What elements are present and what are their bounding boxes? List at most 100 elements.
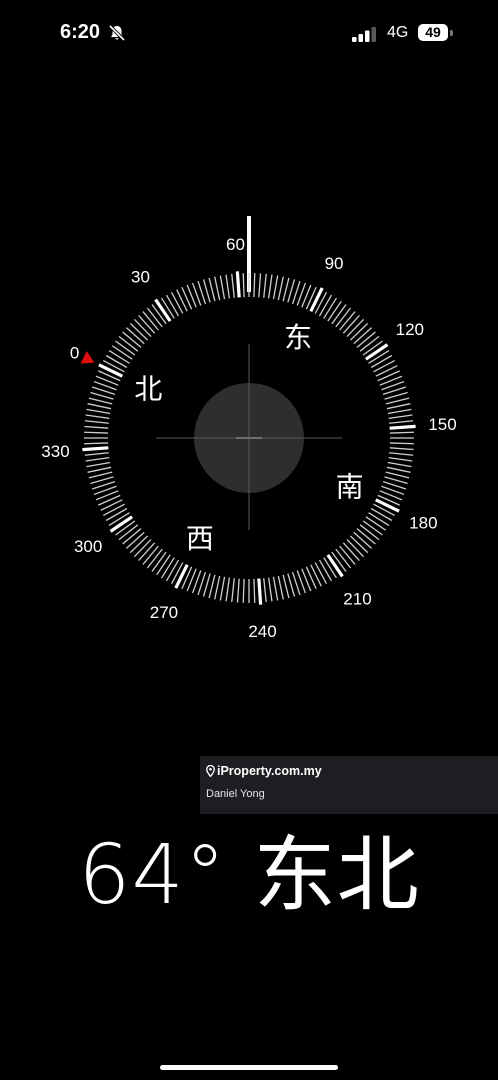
minor-tick: [125, 531, 145, 549]
minor-tick: [368, 512, 390, 526]
minor-tick: [339, 311, 356, 331]
degree-label: 180: [409, 514, 437, 533]
minor-tick: [267, 577, 273, 602]
minor-tick: [356, 528, 376, 545]
minor-tick: [84, 442, 109, 445]
minor-tick: [85, 456, 110, 462]
minor-tick: [362, 520, 383, 536]
minor-tick: [146, 307, 163, 328]
minor-tick: [386, 403, 411, 410]
minor-tick: [346, 538, 365, 558]
minor-tick: [373, 359, 395, 373]
minor-tick: [129, 535, 149, 554]
minor-tick: [323, 297, 337, 319]
degree-label: 60: [226, 235, 245, 254]
minor-tick: [263, 273, 267, 298]
minor-tick: [108, 350, 130, 364]
minor-tick: [389, 447, 414, 451]
minor-tick: [151, 551, 167, 572]
minor-tick: [263, 578, 267, 603]
cardinal-label-north: 北: [134, 372, 162, 405]
minor-tick: [339, 545, 356, 565]
degree-label: 30: [131, 268, 150, 287]
watermark: iProperty.com.my Daniel Yong: [200, 756, 498, 814]
minor-tick: [272, 275, 279, 300]
minor-tick: [335, 307, 352, 328]
status-time: 6:20: [60, 21, 101, 43]
minor-tick: [349, 322, 369, 341]
minor-tick: [353, 531, 373, 549]
minor-tick: [282, 574, 290, 599]
minor-tick: [111, 345, 133, 360]
degree-label: 0: [70, 343, 79, 362]
minor-tick: [389, 431, 414, 434]
minor-tick: [142, 311, 159, 331]
minor-tick: [208, 574, 216, 599]
minor-tick: [142, 545, 159, 565]
minor-tick: [129, 322, 149, 341]
major-tick: [389, 424, 416, 430]
minor-tick: [87, 466, 112, 473]
compass-dial[interactable]: 0 30 60 90 120 150 180 210 240 270 300 330 北 东南西: [0, 200, 498, 660]
degree-label: 240: [248, 622, 276, 641]
minor-tick: [370, 354, 393, 369]
minor-tick: [231, 273, 235, 298]
minor-tick: [242, 273, 245, 298]
minor-tick: [103, 503, 125, 517]
major-tick: [235, 271, 241, 298]
minor-tick: [253, 578, 256, 603]
watermark-logo: iProperty.com.my: [206, 764, 322, 778]
minor-tick: [161, 557, 175, 579]
minor-tick: [310, 564, 322, 587]
status-bar: 6:20 4G 49: [0, 0, 498, 64]
minor-tick: [365, 516, 387, 531]
minor-tick: [359, 335, 380, 352]
major-tick: [98, 363, 123, 378]
minor-tick: [377, 370, 400, 382]
battery-cap: [450, 30, 453, 36]
home-indicator[interactable]: [160, 1065, 338, 1070]
minor-tick: [181, 287, 193, 310]
minor-tick: [346, 318, 365, 338]
minor-tick: [387, 461, 412, 468]
minor-tick: [349, 535, 369, 554]
minor-tick: [387, 408, 412, 415]
minor-tick: [86, 461, 111, 468]
north-marker: [80, 351, 95, 364]
minor-tick: [98, 494, 121, 506]
minor-tick: [388, 456, 413, 462]
minor-tick: [225, 274, 231, 299]
major-tick: [375, 498, 400, 513]
minor-tick: [105, 354, 128, 369]
cellular-signal-icon: [352, 27, 376, 42]
minor-tick: [335, 548, 352, 569]
minor-tick: [176, 289, 188, 312]
minor-tick: [314, 562, 328, 584]
minor-tick: [146, 548, 163, 569]
minor-tick: [165, 294, 180, 317]
minor-tick: [156, 554, 171, 576]
minor-tick: [219, 576, 226, 601]
minor-tick: [118, 524, 139, 541]
minor-tick: [225, 577, 231, 602]
degree-label: 270: [150, 603, 178, 622]
cardinal-label-south: 南: [336, 471, 364, 504]
location-pin-icon: [206, 765, 215, 777]
minor-tick: [87, 403, 112, 410]
minor-tick: [370, 507, 393, 522]
minor-tick: [115, 340, 136, 356]
major-tick: [154, 298, 172, 323]
minor-tick: [133, 538, 152, 558]
minor-tick: [389, 452, 414, 456]
minor-tick: [242, 578, 245, 603]
minor-tick: [84, 452, 109, 456]
minor-tick: [356, 331, 376, 348]
network-type: 4G: [387, 24, 409, 41]
minor-tick: [125, 327, 145, 345]
degree-label: 330: [41, 442, 69, 461]
minor-tick: [267, 274, 273, 299]
battery-level: 49: [418, 24, 448, 41]
major-tick: [174, 564, 189, 589]
minor-tick: [100, 499, 123, 511]
minor-tick: [88, 471, 113, 479]
